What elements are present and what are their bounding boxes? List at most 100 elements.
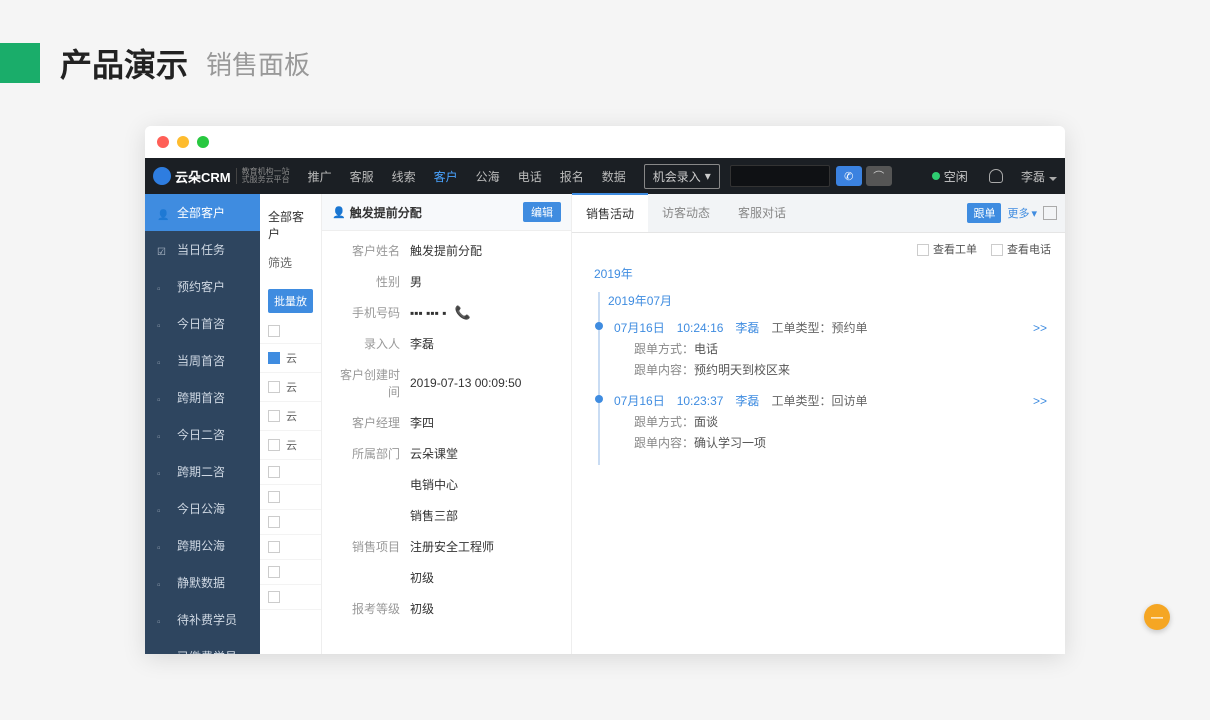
field-value: 李四	[400, 414, 434, 431]
agent-status[interactable]: 空闲	[932, 168, 968, 185]
field-value: 2019-07-13 00:09:50	[400, 366, 521, 400]
list-item[interactable]: 云	[260, 431, 321, 460]
topnav-item[interactable]: 线索	[384, 160, 424, 193]
sidebar-icon	[157, 355, 169, 367]
sidebar-item-label: 预约客户	[177, 278, 225, 295]
activity-tab[interactable]: 访客动态	[648, 194, 724, 232]
topnav-item[interactable]: 数据	[594, 160, 634, 193]
field-value: 男	[400, 273, 422, 290]
search-input[interactable]	[730, 165, 830, 187]
filter-label[interactable]: 筛选	[260, 254, 321, 283]
sidebar-icon	[157, 577, 169, 589]
phone-icon[interactable]: 📞	[454, 305, 470, 321]
topnav-item[interactable]: 客户	[426, 160, 466, 193]
view-ticket-checkbox[interactable]: 查看工单	[917, 241, 977, 257]
user-menu[interactable]: 李磊	[1021, 168, 1057, 185]
entry-date: 07月16日	[614, 392, 665, 409]
field-value: 初级	[400, 600, 434, 617]
detail-field: 录入人李磊	[322, 328, 571, 359]
entry-more-link[interactable]: >>	[1033, 321, 1047, 335]
sidebar-item-label: 今日首咨	[177, 315, 225, 332]
activity-tab[interactable]: 客服对话	[724, 194, 800, 232]
sidebar-item[interactable]: 今日二咨	[145, 416, 260, 453]
list-item[interactable]	[260, 560, 321, 585]
sidebar-item[interactable]: 全部客户	[145, 194, 260, 231]
row-checkbox[interactable]	[268, 439, 280, 451]
logo-text: 云朵CRM	[175, 167, 231, 186]
activity-tab[interactable]: 销售活动	[572, 193, 648, 232]
field-value: 触发提前分配	[400, 242, 482, 259]
sidebar-item[interactable]: 跨期二咨	[145, 453, 260, 490]
row-checkbox[interactable]	[268, 466, 280, 478]
detail-field: 销售项目注册安全工程师	[322, 531, 571, 562]
sidebar-item[interactable]: 跨期公海	[145, 527, 260, 564]
sidebar-item-label: 已缴费学员	[177, 648, 237, 654]
more-link[interactable]: 更多 ▾	[1007, 205, 1037, 221]
topnav-item[interactable]: 公海	[468, 160, 508, 193]
call-button[interactable]: ✆	[836, 166, 862, 186]
list-item[interactable]: 云	[260, 344, 321, 373]
sidebar-icon	[157, 392, 169, 404]
sidebar-item[interactable]: 跨期首咨	[145, 379, 260, 416]
follow-tag-button[interactable]: 跟单	[967, 203, 1001, 223]
topnav-item[interactable]: 报名	[552, 160, 592, 193]
bulk-action-button[interactable]: 批量放	[268, 289, 313, 313]
field-label: 客户创建时间	[332, 366, 400, 400]
sidebar-item[interactable]: 已缴费学员	[145, 638, 260, 654]
row-checkbox[interactable]	[268, 541, 280, 553]
field-value: 云朵课堂	[400, 445, 458, 462]
row-checkbox[interactable]	[268, 410, 280, 422]
list-item[interactable]	[260, 585, 321, 610]
sidebar-item[interactable]: 当周首咨	[145, 342, 260, 379]
chevron-down-icon	[1049, 177, 1057, 181]
sidebar-item[interactable]: 当日任务	[145, 231, 260, 268]
sidebar-item-label: 当日任务	[177, 241, 225, 258]
list-item[interactable]	[260, 485, 321, 510]
list-item[interactable]: 云	[260, 402, 321, 431]
list-item[interactable]: 云	[260, 373, 321, 402]
row-checkbox[interactable]	[268, 591, 280, 603]
field-value: 注册安全工程师	[400, 538, 494, 555]
sidebar-item[interactable]: 今日公海	[145, 490, 260, 527]
sidebar-item[interactable]: 预约客户	[145, 268, 260, 305]
floating-action-button[interactable]: —	[1144, 604, 1170, 630]
logo: 云朵CRM 教育机构一站式服务云平台	[153, 167, 290, 186]
topnav-item[interactable]: 客服	[342, 160, 382, 193]
sidebar-item[interactable]: 今日首咨	[145, 305, 260, 342]
row-checkbox[interactable]	[268, 381, 280, 393]
hangup-button[interactable]: ⌒	[866, 166, 892, 186]
sidebar-item[interactable]: 静默数据	[145, 564, 260, 601]
bell-icon[interactable]	[989, 169, 1003, 183]
timeline: 2019年 2019年07月 07月16日10:24:16李磊工单类型：预约单>…	[572, 265, 1065, 483]
row-checkbox[interactable]	[268, 352, 280, 364]
row-checkbox[interactable]	[268, 566, 280, 578]
logo-icon	[153, 167, 171, 185]
phone-icon: ✆	[844, 170, 853, 183]
view-phone-checkbox[interactable]: 查看电话	[991, 241, 1051, 257]
window-controls	[145, 126, 1065, 158]
list-title: 全部客户	[260, 208, 321, 254]
sidebar-icon	[157, 244, 169, 256]
maximize-icon[interactable]	[197, 136, 209, 148]
entry-more-link[interactable]: >>	[1033, 394, 1047, 408]
topnav-item[interactable]: 电话	[510, 160, 550, 193]
opportunity-entry-button[interactable]: 机会录入▾	[644, 164, 720, 189]
select-all-checkbox[interactable]	[268, 325, 280, 337]
list-item[interactable]	[260, 460, 321, 485]
row-checkbox[interactable]	[268, 516, 280, 528]
close-icon[interactable]	[157, 136, 169, 148]
edit-button[interactable]: 编辑	[523, 202, 561, 222]
topnav-item[interactable]: 推广	[300, 160, 340, 193]
minimize-icon[interactable]	[177, 136, 189, 148]
sidebar-icon	[157, 318, 169, 330]
timeline-year: 2019年	[594, 265, 1047, 282]
topbar: 云朵CRM 教育机构一站式服务云平台 推广客服线索客户公海电话报名数据 机会录入…	[145, 158, 1065, 194]
expand-icon[interactable]	[1043, 206, 1057, 220]
row-checkbox[interactable]	[268, 491, 280, 503]
sidebar-item[interactable]: 待补费学员	[145, 601, 260, 638]
list-item[interactable]	[260, 535, 321, 560]
field-label: 客户姓名	[332, 242, 400, 259]
detail-field: 销售三部	[322, 500, 571, 531]
field-label: 性别	[332, 273, 400, 290]
list-item[interactable]	[260, 510, 321, 535]
